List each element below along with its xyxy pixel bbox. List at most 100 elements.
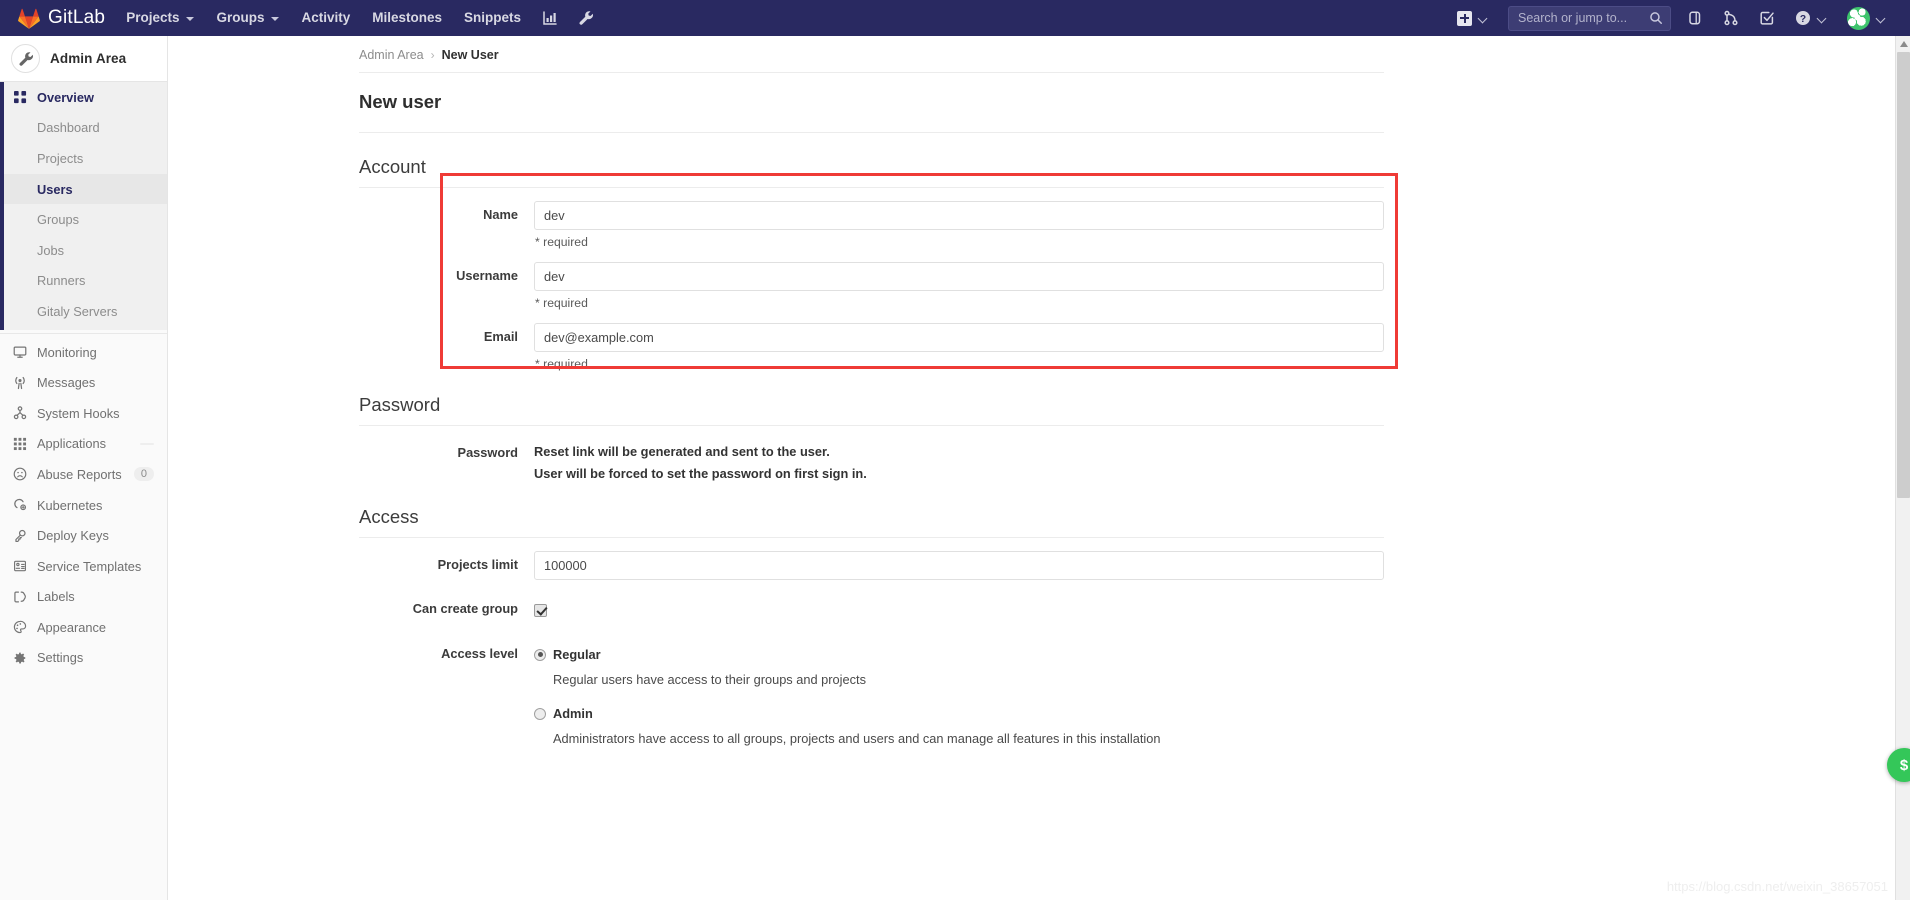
sidebar-subitem-users-label: Users bbox=[37, 181, 73, 197]
sidebar-subitem-projects[interactable]: Projects bbox=[0, 143, 167, 174]
sidebar-item-messages[interactable]: Messages bbox=[0, 367, 167, 398]
gitlab-logo-home-link[interactable]: GitLab bbox=[0, 0, 115, 36]
chevron-down-icon bbox=[271, 17, 280, 21]
sidebar-subitem-jobs[interactable]: Jobs bbox=[0, 235, 167, 266]
name-label: Name bbox=[483, 207, 518, 222]
sidebar-item-messages-label: Messages bbox=[37, 375, 96, 391]
sidebar-subitem-users[interactable]: Users bbox=[0, 173, 167, 205]
sidebar-subitem-groups[interactable]: Groups bbox=[0, 204, 167, 235]
nav-projects-label: Projects bbox=[126, 10, 180, 25]
access-level-admin-radio[interactable] bbox=[534, 707, 546, 720]
chevron-down-icon bbox=[1479, 14, 1488, 23]
primary-nav-links: Projects Groups Activity Milestones Snip… bbox=[115, 0, 604, 36]
sidebar-item-overview-label: Overview bbox=[37, 89, 94, 105]
name-required-help: * required bbox=[535, 235, 588, 249]
password-reset-line-2: User will be forced to set the password … bbox=[534, 466, 867, 482]
sidebar-item-appearance[interactable]: Appearance bbox=[0, 612, 167, 643]
can-create-group-checkbox[interactable] bbox=[534, 603, 547, 617]
email-input[interactable] bbox=[534, 323, 1384, 352]
scroll-up-arrow-icon[interactable] bbox=[1896, 36, 1910, 52]
projects-limit-form-row: Projects limit bbox=[359, 538, 1384, 581]
breadcrumb-separator-icon: › bbox=[430, 48, 435, 62]
merge-requests-link[interactable] bbox=[1713, 0, 1749, 36]
nav-analytics-link[interactable] bbox=[532, 0, 568, 36]
sidebar-item-settings[interactable]: Settings bbox=[0, 643, 167, 674]
page-scrollbar-thumb[interactable] bbox=[1897, 52, 1910, 498]
navbar-right-cluster: ? bbox=[1447, 0, 1910, 36]
nav-groups[interactable]: Groups bbox=[205, 0, 290, 36]
access-level-regular-label: Regular bbox=[553, 647, 601, 663]
nav-groups-label: Groups bbox=[216, 10, 265, 25]
palette-icon bbox=[12, 619, 28, 635]
sidebar-subitem-runners-label: Runners bbox=[37, 273, 86, 289]
create-new-button[interactable] bbox=[1447, 0, 1498, 36]
username-field-wrap: * required bbox=[534, 262, 1384, 310]
nav-milestones[interactable]: Milestones bbox=[361, 0, 453, 36]
help-menu-button[interactable]: ? bbox=[1785, 0, 1837, 36]
access-level-regular-description: Regular users have access to their group… bbox=[553, 672, 866, 688]
svg-text:?: ? bbox=[1800, 14, 1806, 25]
access-level-admin-option[interactable]: Admin bbox=[534, 706, 1384, 721]
access-level-regular-radio[interactable] bbox=[534, 648, 546, 661]
wrench-icon bbox=[11, 44, 40, 73]
sidebar-item-kubernetes[interactable]: Kubernetes bbox=[0, 490, 167, 521]
sidebar-subitem-gitaly-servers[interactable]: Gitaly Servers bbox=[0, 296, 167, 327]
sidebar-item-labels[interactable]: Labels bbox=[0, 582, 167, 613]
sidebar-subitem-gitaly-servers-label: Gitaly Servers bbox=[37, 303, 118, 319]
sidebar-active-accent-bar bbox=[0, 113, 4, 330]
account-section-heading: Account bbox=[359, 133, 1384, 188]
sidebar-item-monitoring[interactable]: Monitoring bbox=[0, 337, 167, 368]
sidebar-item-system-hooks[interactable]: System Hooks bbox=[0, 398, 167, 429]
search-input[interactable] bbox=[1508, 5, 1671, 31]
password-form-row: Password Reset link will be generated an… bbox=[359, 426, 1384, 483]
merge-requests-icon bbox=[1723, 10, 1739, 26]
kubernetes-icon bbox=[12, 497, 28, 513]
password-reset-line-1: Reset link will be generated and sent to… bbox=[534, 444, 830, 459]
breadcrumb-admin-area[interactable]: Admin Area bbox=[359, 48, 424, 62]
sidebar-applications-badge bbox=[140, 442, 154, 445]
sidebar-item-applications[interactable]: Applications bbox=[0, 429, 167, 460]
applications-icon bbox=[12, 436, 28, 452]
sidebar-item-deploy-keys[interactable]: Deploy Keys bbox=[0, 520, 167, 551]
sidebar-item-overview[interactable]: Overview bbox=[0, 82, 167, 113]
sidebar-item-system-hooks-label: System Hooks bbox=[37, 405, 120, 421]
nav-snippets[interactable]: Snippets bbox=[453, 0, 532, 36]
access-level-admin-label: Admin bbox=[553, 706, 593, 722]
todos-checkmark-icon bbox=[1759, 10, 1775, 26]
access-level-regular-option[interactable]: Regular bbox=[534, 647, 1384, 662]
user-menu-button[interactable] bbox=[1837, 0, 1896, 36]
hook-icon bbox=[12, 405, 28, 421]
projects-limit-label: Projects limit bbox=[437, 557, 518, 573]
abuse-reports-count-badge: 0 bbox=[133, 467, 154, 482]
password-label: Password bbox=[457, 445, 518, 460]
gitlab-fox-logo-icon bbox=[18, 8, 40, 29]
sidebar-item-service-templates[interactable]: Service Templates bbox=[0, 551, 167, 582]
nav-admin-area-link[interactable] bbox=[568, 0, 604, 36]
sidebar-subitem-dashboard-label: Dashboard bbox=[37, 120, 100, 136]
access-level-admin-description: Administrators have access to all groups… bbox=[553, 731, 1161, 747]
nav-projects[interactable]: Projects bbox=[115, 0, 205, 36]
username-input[interactable] bbox=[534, 262, 1384, 291]
issues-link[interactable] bbox=[1677, 0, 1713, 36]
projects-limit-input[interactable] bbox=[534, 551, 1384, 581]
name-input[interactable] bbox=[534, 201, 1384, 230]
sidebar-subitem-dashboard[interactable]: Dashboard bbox=[0, 113, 167, 144]
todos-link[interactable] bbox=[1749, 0, 1785, 36]
sidebar-subitem-jobs-label: Jobs bbox=[37, 242, 65, 258]
nav-activity-label: Activity bbox=[301, 10, 351, 25]
sidebar-item-appearance-label: Appearance bbox=[37, 619, 107, 635]
sidebar-title: Admin Area bbox=[50, 51, 127, 66]
chevron-down-icon bbox=[1877, 14, 1886, 23]
sidebar-item-abuse-reports[interactable]: Abuse Reports 0 bbox=[0, 459, 167, 490]
sidebar-context-header[interactable]: Admin Area bbox=[0, 36, 167, 82]
nav-activity[interactable]: Activity bbox=[290, 0, 361, 36]
search-box bbox=[1508, 5, 1671, 31]
help-question-icon: ? bbox=[1795, 10, 1811, 26]
sidebar-subitem-runners[interactable]: Runners bbox=[0, 266, 167, 297]
analytics-chart-icon bbox=[542, 10, 558, 26]
can-create-group-field-wrap bbox=[534, 601, 1384, 619]
can-create-group-label: Can create group bbox=[412, 601, 518, 617]
top-navbar: GitLab Projects Groups Activity Mileston… bbox=[0, 0, 1910, 36]
gear-icon bbox=[12, 650, 28, 666]
name-form-row: Name * required bbox=[359, 188, 1384, 249]
